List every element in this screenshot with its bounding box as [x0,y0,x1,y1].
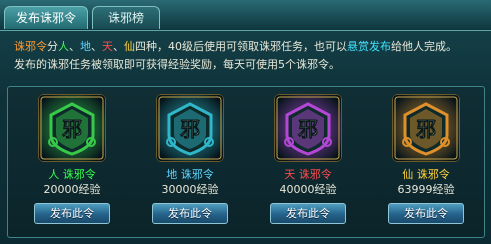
shield-rune-icon: 邪 [39,95,105,161]
token-name: 天 诛邪令 [284,168,332,181]
token-exp-reward: 40000经验 [279,183,337,196]
token-exp-reward: 63999经验 [397,183,455,196]
text-fen: 分 [47,40,58,53]
token-exp-reward: 30000经验 [161,183,219,196]
tier-ren-text: 人 [58,40,69,53]
token-name: 仙 诛邪令 [402,168,450,181]
token-name: 地 诛邪令 [166,168,214,181]
icon-glyph: 邪 [297,117,318,141]
tab-zhuxie-ranking[interactable]: 诛邪榜 [92,6,160,29]
shield-rune-icon: 邪 [157,95,223,161]
token-card: 邪仙 诛邪令 63999经验发布此令 [386,95,466,224]
separator-text: 、 [91,40,102,53]
zhuxie-token-term: 诛邪令 [14,40,47,53]
token-card: 邪天 诛邪令 40000经验发布此令 [268,95,348,224]
icon-glyph: 邪 [415,117,436,141]
token-exp-reward: 20000经验 [43,183,101,196]
token-card: 邪人 诛邪令 20000经验发布此令 [32,95,112,224]
description: 诛邪令分人、地、天、仙四种，40级后使用可领取诛邪任务，也可以悬赏发布给他人完成… [14,38,484,74]
tab-publish-zhuxie[interactable]: 发布诛邪令 [4,6,88,29]
separator-text: 、 [113,40,124,53]
tier-xian-text: 仙 [124,40,135,53]
icon-glyph: 邪 [61,117,82,141]
token-name: 人 诛邪令 [48,168,96,181]
tier-di-text: 地 [80,40,91,53]
description-tail-text: 给他人完成。 [391,40,457,53]
description-line-1: 诛邪令分人、地、天、仙四种，40级后使用可领取诛邪任务，也可以悬赏发布给他人完成… [14,38,484,56]
description-line-2: 发布的诛邪任务被领取即可获得经验奖励，每天可使用5个诛邪令。 [14,58,340,71]
shield-rune-icon: 邪 [275,95,341,161]
tier-tian-text: 天 [102,40,113,53]
publish-token-button[interactable]: 发布此令 [34,203,110,224]
tab-bar: 发布诛邪令 诛邪榜 [0,0,491,31]
bounty-publish-term: 悬赏发布 [347,40,391,53]
shield-rune-icon: 邪 [393,95,459,161]
publish-token-button[interactable]: 发布此令 [270,203,346,224]
token-card: 邪地 诛邪令 30000经验发布此令 [150,95,230,224]
separator-text: 、 [69,40,80,53]
publish-token-button[interactable]: 发布此令 [388,203,464,224]
icon-glyph: 邪 [179,117,200,141]
description-body-text: 四种，40级后使用可领取诛邪任务，也可以 [135,40,347,53]
publish-token-button[interactable]: 发布此令 [152,203,228,224]
